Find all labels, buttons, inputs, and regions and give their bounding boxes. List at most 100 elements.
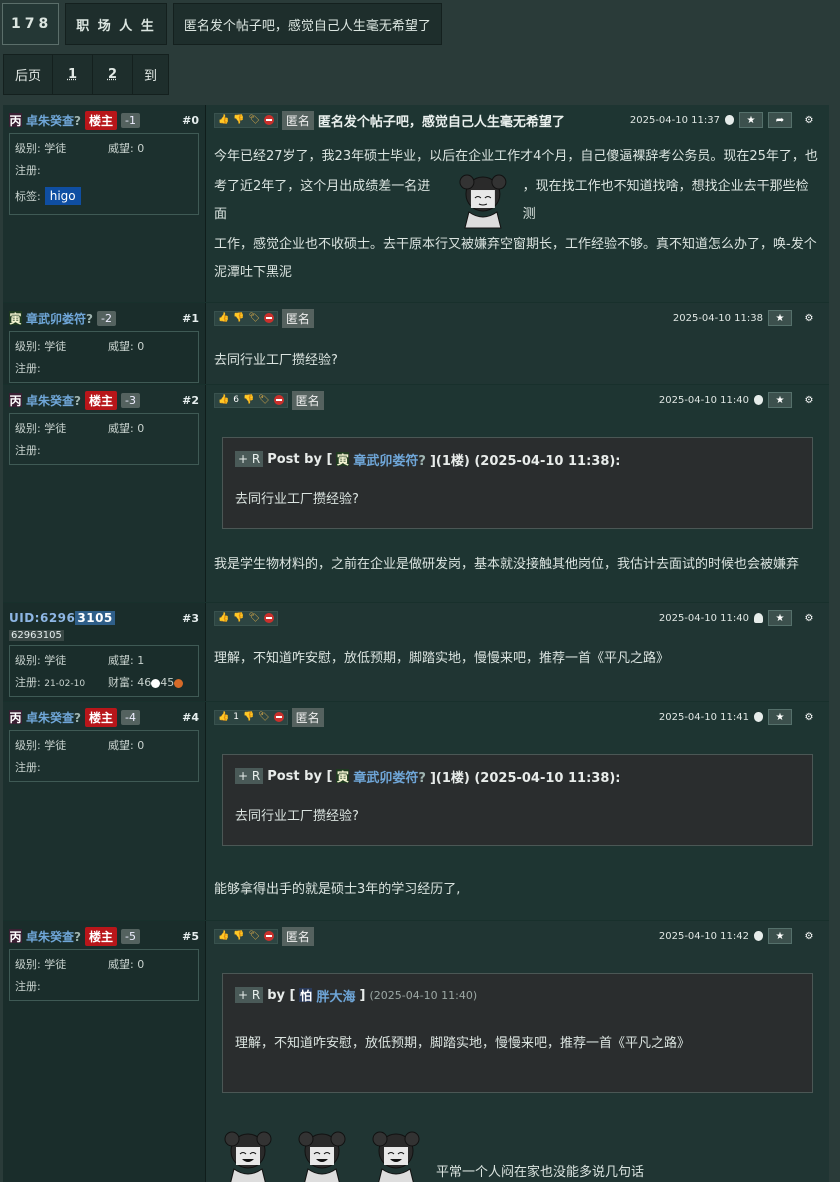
user-level: 学徒 bbox=[44, 142, 67, 155]
thumbs-up-icon[interactable]: 👍 bbox=[218, 613, 229, 623]
user-avatar-char: 寅 bbox=[9, 311, 22, 326]
post-list: 丙 卓朱癸查? 楼主 -1 #0 级别: 学徒 威望: 0 注册: 标签: higo… bbox=[3, 105, 829, 1182]
post-time: 2025-04-10 11:40 bbox=[658, 612, 749, 624]
block-icon[interactable] bbox=[273, 395, 284, 405]
laughing-sticker-icon bbox=[224, 1131, 272, 1182]
user-info-panel: 丙 卓朱癸查? 楼主 -3 #2 级别: 学徒 威望: 0 注册: bbox=[3, 385, 206, 602]
tag-icon[interactable]: 🏷 bbox=[258, 712, 269, 722]
tag-icon[interactable]: 🏷 bbox=[258, 395, 269, 405]
gear-icon[interactable]: ⚙ bbox=[797, 928, 821, 944]
user-info-panel: 丙 卓朱癸查? 楼主 -4 #4 级别: 学徒 威望: 0 注册: bbox=[3, 702, 206, 920]
floor-number[interactable]: #1 bbox=[182, 312, 199, 325]
prev-page-button[interactable]: 后页 bbox=[3, 54, 53, 95]
star-button[interactable]: ★ bbox=[768, 392, 792, 408]
block-icon[interactable] bbox=[263, 313, 274, 323]
copper-coin-icon bbox=[174, 678, 184, 688]
block-icon[interactable] bbox=[263, 115, 274, 125]
gear-icon[interactable]: ⚙ bbox=[797, 392, 821, 408]
gear-icon[interactable]: ⚙ bbox=[797, 709, 821, 725]
post-actions: 👍 👎 🏷 bbox=[214, 928, 278, 944]
post: 丙 卓朱癸查? 楼主 -1 #0 级别: 学徒 威望: 0 注册: 标签: higo… bbox=[3, 105, 829, 303]
stickers bbox=[214, 1127, 430, 1182]
page-2-button[interactable]: 2 bbox=[92, 54, 133, 95]
block-icon[interactable] bbox=[273, 712, 284, 722]
quote-text: 理解，不知道咋安慰，放低预期，脚踏实地，慢慢来吧，推荐一首《平凡之路》 bbox=[235, 1036, 691, 1051]
post: 寅 章武卯娄符? -2 #1 级别: 学徒威望: 0 注册: 👍 👎 🏷 匿名 bbox=[3, 303, 829, 385]
post-title: 匿名发个帖子吧，感觉自己人生毫无希望了 bbox=[317, 114, 565, 130]
owner-badge: 楼主 bbox=[84, 926, 117, 946]
username[interactable]: 卓朱癸查? bbox=[26, 392, 81, 409]
laughing-sticker-icon bbox=[298, 1131, 346, 1182]
thumbs-down-icon[interactable]: 👎 bbox=[233, 115, 244, 125]
block-icon[interactable] bbox=[263, 613, 274, 623]
floor-number[interactable]: #3 bbox=[182, 612, 199, 625]
star-button[interactable]: ★ bbox=[768, 709, 792, 725]
thumbs-up-icon[interactable]: 👍 bbox=[218, 931, 229, 941]
username[interactable]: 卓朱癸查? bbox=[26, 709, 81, 726]
gear-icon[interactable]: ⚙ bbox=[797, 310, 821, 326]
anonymous-badge: 匿名 bbox=[291, 707, 324, 727]
quote-username[interactable]: 胖大海 bbox=[316, 986, 355, 1005]
quote-text: 去同行业工厂攒经验? bbox=[235, 492, 359, 507]
tag-icon[interactable]: 🏷 bbox=[248, 931, 259, 941]
user-avatar-char: 丙 bbox=[9, 113, 22, 128]
thumbs-down-icon[interactable]: 👎 bbox=[233, 613, 244, 623]
thumbs-up-icon[interactable]: 👍 bbox=[218, 395, 229, 405]
user-tag[interactable]: higo bbox=[44, 187, 81, 205]
block-icon[interactable] bbox=[263, 931, 274, 941]
owner-badge: 楼主 bbox=[84, 390, 117, 410]
score-badge: -2 bbox=[96, 310, 116, 326]
floor-number[interactable]: #0 bbox=[182, 114, 199, 127]
upvote-count: 6 bbox=[233, 395, 239, 405]
floor-number[interactable]: #4 bbox=[182, 711, 199, 724]
tag-icon[interactable]: 🏷 bbox=[248, 115, 259, 125]
share-button[interactable]: ➦ bbox=[768, 112, 792, 128]
gear-icon[interactable]: ⚙ bbox=[797, 112, 821, 128]
post-actions: 👍 1 👎 🏷 bbox=[214, 709, 288, 725]
quote-username[interactable]: 章武卯娄符? bbox=[353, 767, 426, 786]
page-1-button[interactable]: 1 bbox=[52, 54, 93, 95]
post-text: 我是学生物材料的，之前在企业是做研发岗，基本就没接触其他岗位，我估计去面试的时候… bbox=[214, 557, 800, 572]
username[interactable]: 章武卯娄符? bbox=[26, 310, 93, 327]
goto-page-button[interactable]: 到 bbox=[132, 54, 169, 95]
quote-text: 去同行业工厂攒经验? bbox=[235, 809, 359, 824]
thumbs-down-icon[interactable]: 👎 bbox=[233, 931, 244, 941]
post: 丙 卓朱癸查? 楼主 -4 #4 级别: 学徒 威望: 0 注册: 👍 1 👎 🏷 bbox=[3, 702, 829, 921]
quote-username[interactable]: 章武卯娄符? bbox=[353, 450, 426, 469]
username[interactable]: 卓朱癸查? bbox=[26, 112, 81, 129]
thumbs-down-icon[interactable]: 👎 bbox=[243, 395, 254, 405]
tag-icon[interactable]: 🏷 bbox=[248, 313, 259, 323]
floor-number[interactable]: #5 bbox=[182, 930, 199, 943]
thumbs-up-icon[interactable]: 👍 bbox=[218, 115, 229, 125]
thumbs-up-icon[interactable]: 👍 bbox=[218, 712, 229, 722]
star-button[interactable]: ★ bbox=[739, 112, 763, 128]
quote-expand-button[interactable]: + R bbox=[235, 451, 264, 467]
thumbs-up-icon[interactable]: 👍 bbox=[218, 313, 229, 323]
star-button[interactable]: ★ bbox=[768, 610, 792, 626]
floor-number[interactable]: #2 bbox=[182, 394, 199, 407]
breadcrumb-topic[interactable]: 匿名发个帖子吧，感觉自己人生毫无希望了 bbox=[172, 3, 442, 45]
anonymous-badge: 匿名 bbox=[281, 926, 314, 946]
username[interactable]: 卓朱癸查? bbox=[26, 928, 81, 945]
user-avatar-char: 丙 bbox=[9, 393, 22, 408]
user-info-panel: 丙 卓朱癸查? 楼主 -5 #5 级别: 学徒 威望: 0 注册: bbox=[3, 921, 206, 1182]
post-text: 平常一个人闷在家也没能多说几句话 bbox=[436, 1165, 645, 1180]
owner-badge: 楼主 bbox=[84, 707, 117, 727]
quote-expand-button[interactable]: + R bbox=[235, 768, 264, 784]
post-text: 今年已经27岁了，我23年硕士毕业，以后在企业工作才4个月，自己傻逼裸辞考公务员… bbox=[214, 149, 818, 164]
star-button[interactable]: ★ bbox=[768, 310, 792, 326]
quote-expand-button[interactable]: + R bbox=[235, 987, 264, 1003]
anonymous-badge: 匿名 bbox=[281, 110, 314, 130]
tag-icon[interactable]: 🏷 bbox=[248, 613, 259, 623]
thumbs-down-icon[interactable]: 👎 bbox=[233, 313, 244, 323]
user-uid[interactable]: UID:6296 3105 bbox=[9, 611, 115, 625]
star-button[interactable]: ★ bbox=[768, 928, 792, 944]
user-info-panel: 丙 卓朱癸查? 楼主 -1 #0 级别: 学徒 威望: 0 注册: 标签: higo bbox=[3, 105, 206, 302]
quote-block: + R by [怕胖大海] (2025-04-10 11:40) 理解，不知道咋… bbox=[222, 973, 813, 1093]
reply-count[interactable]: 178 bbox=[2, 3, 60, 45]
thumbs-down-icon[interactable]: 👎 bbox=[243, 712, 254, 722]
breadcrumb-forum[interactable]: 职 场 人 生 bbox=[65, 3, 167, 45]
uid-tag: 62963105 bbox=[9, 630, 64, 641]
post-time: 2025-04-10 11:40 bbox=[658, 394, 749, 406]
gear-icon[interactable]: ⚙ bbox=[797, 610, 821, 626]
